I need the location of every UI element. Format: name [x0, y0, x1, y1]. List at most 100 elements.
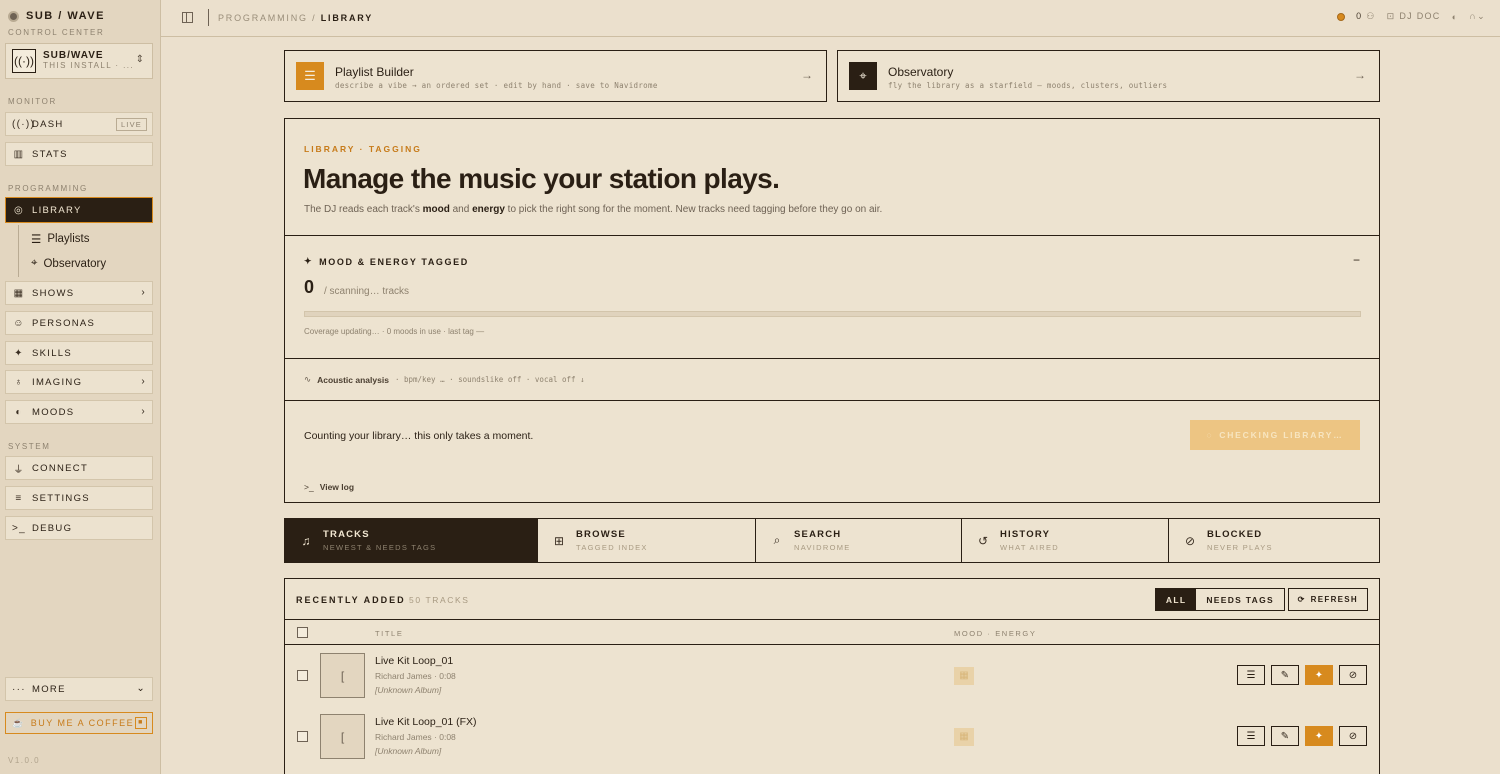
refresh-button[interactable]: ⟳ REFRESH	[1287, 588, 1368, 611]
row-checkbox[interactable]	[297, 670, 308, 681]
install-sub: THIS INSTALL · ...	[43, 61, 134, 70]
playlist-icon: ☰	[31, 234, 42, 246]
column-title[interactable]: TITLE	[375, 629, 403, 638]
nav-observatory-label: Observatory	[43, 257, 107, 270]
nav-settings[interactable]: ≡ SETTINGS	[5, 486, 153, 510]
library-panel: LIBRARY · TAGGING Manage the music your …	[284, 118, 1380, 503]
topbar-status: 0 ⚇ ⊡ DJ DOC ◐ ∩⌄	[1337, 11, 1486, 22]
filter-all[interactable]: ALL	[1155, 589, 1197, 610]
palette-icon[interactable]: ◐	[1452, 12, 1459, 22]
album-art-placeholder: [	[320, 714, 365, 759]
tab-search[interactable]: ⌕ SEARCH NAVIDROME	[756, 519, 962, 562]
observatory-card[interactable]: ⌖ Observatory fly the library as a starf…	[837, 50, 1380, 102]
collapse-button[interactable]: −	[1353, 253, 1360, 267]
listener-count-value: 0	[1356, 11, 1363, 21]
acoustic-analysis[interactable]: ∿ Acoustic analysis · bpm/key … · sounds…	[304, 374, 585, 385]
brand[interactable]: SUB / WAVE	[8, 10, 105, 22]
headphones-icon[interactable]: ∩⌄	[1469, 11, 1486, 22]
filter-needs-tags[interactable]: NEEDS TAGS	[1196, 589, 1284, 610]
chevron-right-icon: ›	[141, 287, 146, 298]
calendar-icon: ▦	[13, 287, 25, 299]
coverage-status: Coverage updating… · 0 moods in use · la…	[304, 327, 485, 336]
tab-tracks-label: TRACKS	[323, 529, 370, 540]
nav-moods[interactable]: ◐ MOODS ›	[5, 400, 153, 424]
playlist-builder-sub: describe a vibe → an ordered set · edit …	[335, 81, 658, 90]
lede-text-a: The DJ reads each track's	[304, 204, 423, 215]
row-actions: ☰ ✎ ✦ ⊘	[1237, 726, 1367, 746]
telescope-icon: ⌖	[849, 62, 877, 90]
nav-library[interactable]: ◎ LIBRARY	[5, 197, 153, 223]
section-label-programming: PROGRAMMING	[8, 184, 88, 193]
track-album: [Unknown Album]	[375, 685, 442, 695]
refresh-label: REFRESH	[1310, 595, 1358, 604]
search-icon: ⌕	[773, 533, 781, 547]
sliders-icon: ≡	[15, 492, 23, 504]
nav-imaging[interactable]: ♁ IMAGING ›	[5, 370, 153, 394]
breadcrumb-current: LIBRARY	[320, 13, 374, 23]
external-icon: ■	[135, 717, 147, 729]
tab-tracks-sub: NEWEST & NEEDS TAGS	[323, 543, 437, 552]
waveform-icon: ∿	[304, 374, 312, 384]
nav-skills-label: SKILLS	[32, 347, 73, 359]
tab-blocked-sub: NEVER PLAYS	[1207, 543, 1273, 552]
chevron-down-icon: ⌄	[136, 683, 146, 694]
chevron-updown-icon: ⇕	[135, 54, 144, 65]
table-row[interactable]: [ Live Kit Loop_01 (FX) Richard James · …	[285, 706, 1379, 767]
checking-library-button[interactable]: ◌ CHECKING LIBRARY…	[1190, 420, 1360, 450]
sparkle-icon: ✦	[14, 347, 24, 359]
view-log-link[interactable]: >_ View log	[304, 482, 354, 492]
nav-moods-label: MOODS	[32, 406, 75, 418]
section-label-monitor: MONITOR	[8, 97, 57, 106]
tab-blocked[interactable]: ⊘ BLOCKED NEVER PLAYS	[1169, 519, 1379, 562]
nav-skills[interactable]: ✦ SKILLS	[5, 341, 153, 365]
observatory-sub: fly the library as a starfield — moods, …	[888, 81, 1168, 90]
grid-icon: ⊞	[553, 533, 565, 548]
track-title: Live Kit Loop_01 (FX)	[375, 716, 477, 728]
breadcrumb-parent[interactable]: PROGRAMMING	[218, 13, 308, 23]
disc-icon: ◎	[13, 204, 25, 216]
install-selector[interactable]: ((·)) SUB/WAVE THIS INSTALL · ... ⇕	[5, 43, 153, 79]
tab-history-label: HISTORY	[1000, 529, 1051, 540]
auto-tag-button[interactable]: ✦	[1305, 665, 1333, 685]
robot-icon: ⊡	[1386, 11, 1396, 21]
edit-button[interactable]: ✎	[1271, 665, 1299, 685]
block-button[interactable]: ⊘	[1339, 665, 1367, 685]
nav-dash[interactable]: ((·)) DASH LIVE	[5, 112, 153, 136]
microphone-icon: ♁	[14, 376, 24, 388]
nav-stats[interactable]: ▥ STATS	[5, 142, 153, 166]
auto-tag-button[interactable]: ✦	[1305, 726, 1333, 746]
nav-debug-label: DEBUG	[32, 522, 73, 534]
row-checkbox[interactable]	[297, 731, 308, 742]
nav-personas[interactable]: ☺ PERSONAS	[5, 311, 153, 335]
nav-shows[interactable]: ▦ SHOWS ›	[5, 281, 153, 305]
nav-settings-label: SETTINGS	[32, 492, 90, 504]
nav-more-label: MORE	[32, 683, 66, 695]
nav-debug[interactable]: >_ DEBUG	[5, 516, 153, 540]
palette-icon: ◐	[15, 406, 23, 418]
install-name: SUB/WAVE	[43, 50, 104, 61]
nav-playlists[interactable]: ☰ Playlists	[31, 232, 90, 246]
nav-observatory[interactable]: ⌖ Observatory	[31, 257, 106, 270]
tab-browse[interactable]: ⊞ BROWSE TAGGED INDEX	[538, 519, 756, 562]
add-to-playlist-button[interactable]: ☰	[1237, 726, 1265, 746]
edit-button[interactable]: ✎	[1271, 726, 1299, 746]
acoustic-label: Acoustic analysis	[317, 374, 389, 385]
nav-connect[interactable]: ⏚ CONNECT	[5, 456, 153, 480]
add-to-playlist-button[interactable]: ☰	[1237, 665, 1265, 685]
table-row[interactable]: [ Live Kit Loop_01 Richard James · 0:08 …	[285, 645, 1379, 706]
playlist-builder-card[interactable]: ☰ Playlist Builder describe a vibe → an …	[284, 50, 827, 102]
nav-more[interactable]: ··· MORE ⌄	[5, 677, 153, 701]
top-bar: PROGRAMMING / LIBRARY 0 ⚇ ⊡ DJ DOC ◐ ∩⌄	[161, 0, 1500, 37]
nav-playlists-label: Playlists	[47, 233, 90, 245]
tab-tracks[interactable]: ♫ TRACKS NEWEST & NEEDS TAGS	[285, 519, 538, 562]
dj-indicator[interactable]: ⊡ DJ DOC	[1387, 11, 1441, 22]
column-mood-energy[interactable]: MOOD · ENERGY	[954, 629, 1036, 638]
terminal-icon: >_	[12, 522, 27, 534]
listener-count[interactable]: 0 ⚇	[1356, 11, 1376, 22]
sidebar-toggle-icon[interactable]	[182, 12, 193, 23]
buy-coffee-button[interactable]: ☕ BUY ME A COFFEE ■	[5, 712, 153, 734]
tagged-count: 0	[304, 277, 315, 297]
tab-history[interactable]: ↺ HISTORY WHAT AIRED	[962, 519, 1169, 562]
select-all-checkbox[interactable]	[297, 627, 308, 638]
block-button[interactable]: ⊘	[1339, 726, 1367, 746]
